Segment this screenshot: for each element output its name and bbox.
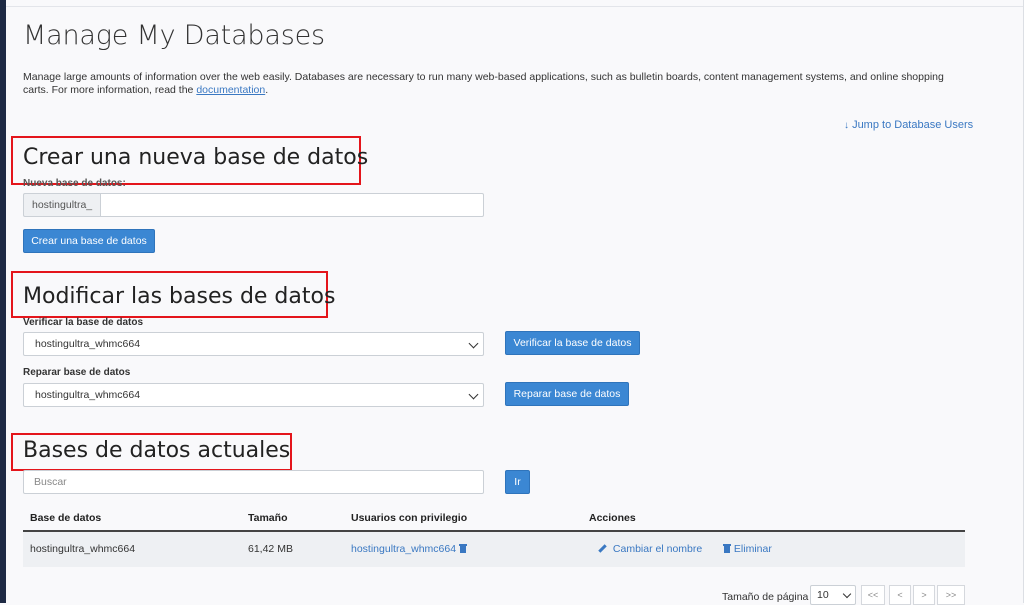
new-db-input-group: hostingultra_	[23, 193, 484, 217]
rename-db-link[interactable]: Cambiar el nombre	[598, 543, 702, 555]
table-row	[23, 532, 965, 567]
page-size-value: 10	[817, 589, 829, 601]
col-users: Usuarios con privilegio	[351, 512, 468, 524]
modify-heading: Modificar las bases de datos	[23, 284, 336, 309]
delete-label: Eliminar	[733, 543, 772, 555]
go-button[interactable]: Ir	[505, 470, 530, 494]
next-page-button[interactable]: >	[913, 585, 935, 605]
pencil-icon	[598, 544, 607, 553]
create-db-button[interactable]: Crear una base de datos	[23, 229, 155, 253]
jump-to-users-link[interactable]: ↓ Jump to Database Users	[844, 119, 973, 131]
documentation-link[interactable]: documentation	[196, 84, 265, 96]
repair-db-select[interactable]: hostingultra_whmc664	[23, 383, 484, 407]
page-size-label: Tamaño de página	[722, 591, 809, 603]
search-input[interactable]: Buscar	[23, 470, 484, 494]
page-title: Manage My Databases	[23, 20, 325, 51]
last-page-button[interactable]: >>	[937, 585, 965, 605]
delete-db-link[interactable]: Eliminar	[723, 543, 772, 555]
page-description: Manage large amounts of information over…	[23, 71, 953, 97]
privileged-user-link[interactable]: hostingultra_whmc664	[351, 543, 456, 555]
repair-label: Reparar base de datos	[23, 367, 131, 378]
verify-label: Verificar la base de datos	[23, 317, 144, 328]
intro-text: Manage large amounts of information over…	[23, 71, 944, 96]
row-size: 61,42 MB	[248, 543, 293, 555]
col-actions: Acciones	[589, 512, 636, 524]
chevron-down-icon	[468, 389, 479, 400]
verify-selected-value: hostingultra_whmc664	[35, 338, 141, 350]
new-db-name-input[interactable]	[100, 193, 484, 217]
new-db-label: Nueva base de datos:	[23, 178, 126, 189]
row-user-cell: hostingultra_whmc664	[351, 543, 467, 555]
verify-db-button[interactable]: Verificar la base de datos	[505, 331, 640, 355]
repair-selected-value: hostingultra_whmc664	[35, 389, 141, 401]
intro-end: .	[265, 84, 269, 96]
repair-db-button[interactable]: Reparar base de datos	[505, 382, 629, 406]
verify-db-select[interactable]: hostingultra_whmc664	[23, 332, 484, 356]
left-edge-bar	[0, 0, 6, 603]
db-prefix: hostingultra_	[23, 193, 101, 217]
rename-label: Cambiar el nombre	[612, 543, 703, 555]
trash-icon[interactable]	[458, 544, 467, 553]
col-size: Tamaño	[248, 512, 288, 524]
top-divider	[6, 6, 1024, 7]
prev-page-button[interactable]: <	[889, 585, 911, 605]
chevron-down-icon	[842, 589, 852, 599]
current-heading: Bases de datos actuales	[23, 438, 291, 463]
page-size-select[interactable]: 10	[810, 585, 856, 605]
create-heading: Crear una nueva base de datos	[23, 145, 369, 170]
first-page-button[interactable]: <<	[861, 585, 885, 605]
row-database: hostingultra_whmc664	[30, 543, 136, 555]
trash-icon	[723, 544, 731, 553]
jump-link-label: Jump to Database Users	[852, 119, 974, 131]
arrow-down-icon: ↓	[844, 120, 849, 131]
col-database: Base de datos	[30, 512, 102, 524]
chevron-down-icon	[468, 338, 479, 349]
